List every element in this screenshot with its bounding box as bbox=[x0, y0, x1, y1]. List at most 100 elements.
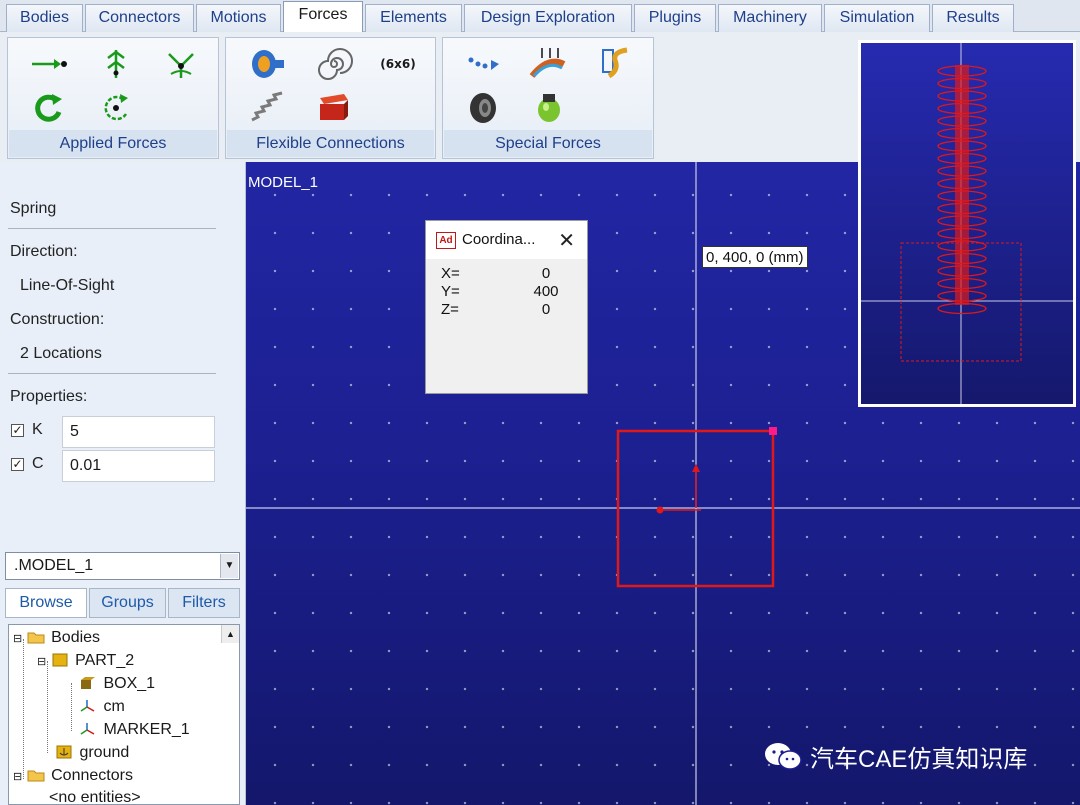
scroll-up-icon[interactable]: ▲ bbox=[221, 625, 239, 643]
close-icon[interactable]: ✕ bbox=[558, 228, 575, 253]
x-coordinate-value: 0 bbox=[541, 265, 551, 282]
tree-label: BOX_1 bbox=[103, 675, 156, 692]
y-coordinate-label: Y= bbox=[441, 283, 460, 300]
flexible-connections-group: (6x6) Flexible Connections bbox=[225, 37, 436, 159]
torque-icon[interactable] bbox=[28, 90, 68, 126]
construction-label: Construction: bbox=[10, 311, 105, 328]
tab-motions[interactable]: Motions bbox=[196, 4, 281, 32]
tree-label: cm bbox=[103, 698, 125, 715]
app-icon: Ad bbox=[436, 232, 456, 249]
marker-icon bbox=[80, 723, 95, 735]
modal-force-icon[interactable] bbox=[595, 46, 635, 82]
tree-node-connectors[interactable]: ⊟ Connectors bbox=[13, 765, 133, 787]
divider bbox=[8, 373, 216, 374]
cursor-coordinate-readout: 0, 400, 0 (mm) bbox=[702, 246, 808, 268]
tree-connector bbox=[47, 661, 48, 753]
panel-title: Spring bbox=[10, 200, 57, 217]
model-select-value: .MODEL_1 bbox=[14, 557, 94, 574]
box-corner-handle[interactable] bbox=[769, 427, 777, 435]
tree-node-box[interactable]: BOX_1 bbox=[79, 673, 155, 695]
cm-marker[interactable] bbox=[656, 506, 664, 514]
tree-node-bodies[interactable]: ⊟ Bodies bbox=[13, 627, 100, 649]
tree-label: Bodies bbox=[51, 629, 101, 646]
applied-forces-group: Applied Forces bbox=[7, 37, 219, 159]
z-coordinate-label: Z= bbox=[441, 301, 459, 318]
wechat-icon bbox=[765, 743, 802, 770]
multi-point-force-icon[interactable] bbox=[463, 46, 503, 82]
tree-node-marker[interactable]: MARKER_1 bbox=[79, 719, 190, 741]
tab-groups[interactable]: Groups bbox=[89, 588, 166, 618]
tree-connector bbox=[23, 639, 24, 779]
applied-forces-label: Applied Forces bbox=[9, 130, 217, 157]
tab-forces[interactable]: Forces bbox=[283, 1, 363, 33]
model-tree: ▲ ⊟ Bodies ⊟ PART_2 BOX_1 cm MARKER_1 gr… bbox=[8, 624, 240, 805]
k-stiffness-input[interactable]: 5 bbox=[62, 416, 215, 448]
single-torque-icon[interactable] bbox=[96, 46, 136, 82]
ground-icon bbox=[56, 745, 72, 759]
z-coordinate-value: 0 bbox=[541, 301, 551, 318]
dialog-title: Coordina... bbox=[462, 231, 536, 248]
special-forces-group: Special Forces bbox=[442, 37, 654, 159]
model-name-label: MODEL_1 bbox=[248, 174, 319, 191]
c-damping-input[interactable]: 0.01 bbox=[62, 450, 215, 482]
marker-y-arrowhead bbox=[692, 464, 700, 472]
translational-spring-icon[interactable] bbox=[246, 90, 286, 126]
tab-elements[interactable]: Elements bbox=[365, 4, 462, 32]
model-browser: .MODEL_1 ▼ Browse Groups Filters ▲ ⊟ Bod… bbox=[0, 540, 246, 805]
flexible-connections-label: Flexible Connections bbox=[227, 130, 434, 157]
divider bbox=[8, 228, 216, 229]
tire-icon[interactable] bbox=[463, 90, 503, 126]
box-geometry-icon bbox=[81, 677, 95, 689]
tab-design-exploration[interactable]: Design Exploration bbox=[464, 4, 632, 32]
tab-machinery[interactable]: Machinery bbox=[718, 4, 822, 32]
contact-icon[interactable] bbox=[529, 90, 569, 126]
construction-option[interactable]: 2 Locations bbox=[20, 345, 102, 363]
tab-plugins[interactable]: Plugins bbox=[634, 4, 716, 32]
tab-results[interactable]: Results bbox=[932, 4, 1014, 32]
folder-icon bbox=[27, 632, 45, 644]
c-label: C bbox=[32, 455, 44, 472]
tree-label: ground bbox=[79, 744, 130, 761]
tree-node-part[interactable]: ⊟ PART_2 bbox=[37, 650, 134, 672]
tree-label: Connectors bbox=[51, 767, 133, 784]
watermark-text: 汽车CAE仿真知识库 bbox=[810, 745, 1028, 773]
single-force-icon[interactable] bbox=[28, 46, 68, 82]
dialog-titlebar[interactable]: Ad Coordina... ✕ bbox=[426, 221, 587, 259]
torsion-spring-icon[interactable] bbox=[314, 46, 354, 82]
properties-label: Properties: bbox=[10, 388, 88, 405]
tree-node-no-entities: <no entities> bbox=[49, 787, 141, 805]
watermark: 汽车CAE仿真知识库 bbox=[764, 736, 1027, 776]
tree-connector bbox=[71, 683, 72, 731]
spring-preview-window bbox=[858, 40, 1076, 407]
bushing-icon[interactable] bbox=[246, 46, 286, 82]
model-select[interactable]: .MODEL_1 ▼ bbox=[5, 552, 240, 580]
part-icon bbox=[52, 653, 68, 667]
three-component-torque-icon[interactable] bbox=[96, 90, 136, 126]
c-checkbox[interactable]: ✓ bbox=[11, 458, 24, 471]
tree-node-ground[interactable]: ground bbox=[55, 742, 129, 764]
direction-label: Direction: bbox=[10, 243, 78, 260]
direction-option[interactable]: Line-Of-Sight bbox=[20, 277, 114, 295]
general-force-icon[interactable] bbox=[161, 46, 201, 82]
k-checkbox[interactable]: ✓ bbox=[11, 424, 24, 437]
tab-connectors[interactable]: Connectors bbox=[85, 4, 194, 32]
spring-properties-panel: Spring Direction: Line-Of-Sight Construc… bbox=[0, 162, 246, 540]
beam-icon[interactable] bbox=[314, 90, 354, 126]
chevron-down-icon[interactable]: ▼ bbox=[220, 554, 238, 578]
special-forces-label: Special Forces bbox=[444, 130, 652, 157]
tree-label: PART_2 bbox=[75, 652, 135, 669]
tree-label: <no entities> bbox=[49, 789, 141, 805]
folder-icon bbox=[27, 770, 45, 782]
main-tab-bar: Bodies Connectors Motions Forces Element… bbox=[0, 0, 1080, 33]
field-matrix-icon[interactable]: (6x6) bbox=[374, 46, 422, 82]
marker-icon bbox=[80, 700, 95, 712]
y-coordinate-value: 400 bbox=[533, 283, 559, 300]
spring-preview-graphic bbox=[861, 43, 1073, 404]
tab-simulation[interactable]: Simulation bbox=[824, 4, 930, 32]
friction-icon[interactable] bbox=[528, 46, 568, 82]
tree-node-cm[interactable]: cm bbox=[79, 696, 125, 718]
tab-bodies[interactable]: Bodies bbox=[6, 4, 83, 32]
tab-browse[interactable]: Browse bbox=[5, 588, 87, 618]
tab-filters[interactable]: Filters bbox=[168, 588, 240, 618]
coordinates-dialog: Ad Coordina... ✕ X= 0 Y= 400 Z= 0 bbox=[425, 220, 588, 394]
